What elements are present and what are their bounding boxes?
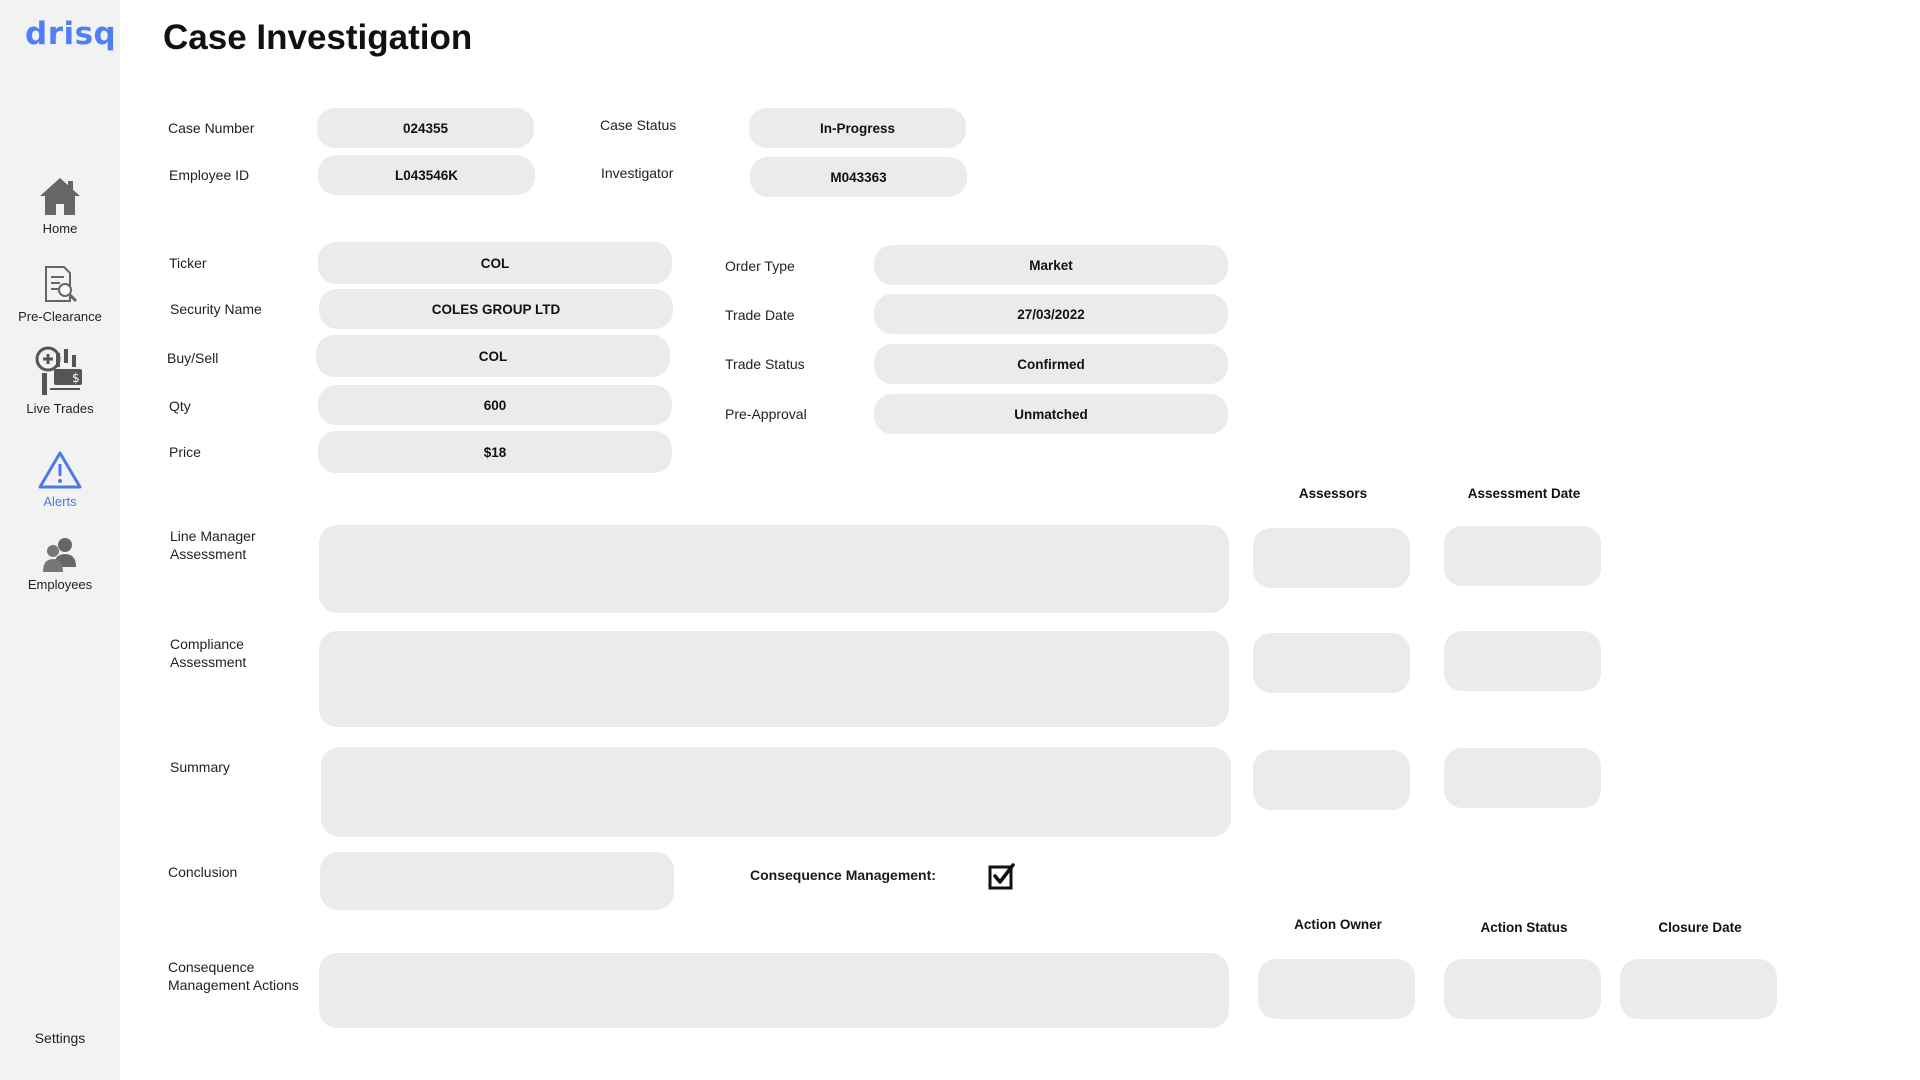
nav-label-alerts: Alerts <box>43 494 77 509</box>
ticker-label: Ticker <box>169 255 207 271</box>
app-logo: drisq <box>25 16 117 52</box>
nav-item-employees[interactable]: Employees <box>0 537 120 592</box>
consequence-management-actions-input[interactable] <box>319 953 1229 1028</box>
investigator-field[interactable]: M043363 <box>750 157 967 197</box>
case-status-label: Case Status <box>600 117 677 133</box>
home-icon <box>40 178 80 215</box>
security-name-label: Security Name <box>170 301 262 317</box>
document-search-icon <box>45 266 78 303</box>
qty-label: Qty <box>169 398 191 414</box>
page-title: Case Investigation <box>163 18 473 57</box>
consequence-management-label: Consequence Management: <box>750 867 936 883</box>
sidebar: drisq Home Pre-Clearance $ Live Trades A… <box>0 0 120 1080</box>
trading-chart-icon: $ <box>35 346 82 395</box>
case-number-label: Case Number <box>168 120 255 136</box>
order-type-label: Order Type <box>725 258 795 274</box>
summary-input[interactable] <box>321 747 1231 837</box>
nav-label-home: Home <box>42 221 78 236</box>
compliance-label-line1: Compliance <box>170 636 244 652</box>
line-manager-assessment-input[interactable] <box>319 525 1229 613</box>
assessment-date-header: Assessment Date <box>1467 486 1581 501</box>
assessors-header: Assessors <box>1298 486 1368 501</box>
nav-item-settings[interactable]: Settings <box>0 1026 120 1046</box>
action-status-header: Action Status <box>1480 920 1568 935</box>
compliance-assessment-input[interactable] <box>319 631 1229 727</box>
action-status-field[interactable] <box>1444 959 1601 1019</box>
price-field[interactable]: $18 <box>318 431 672 473</box>
case-number-field[interactable]: 024355 <box>317 108 534 148</box>
compliance-label-line2: Assessment <box>170 654 247 670</box>
price-label: Price <box>169 444 201 460</box>
conclusion-input[interactable] <box>320 852 674 910</box>
action-owner-header: Action Owner <box>1294 917 1382 932</box>
pre-approval-field[interactable]: Unmatched <box>874 394 1228 434</box>
action-owner-field[interactable] <box>1258 959 1415 1019</box>
summary-label: Summary <box>170 759 230 775</box>
buy-sell-label: Buy/Sell <box>167 350 219 366</box>
cm-actions-label-line2: Management Actions <box>168 977 299 993</box>
compliance-assessment-label: Compliance Assessment <box>170 635 246 671</box>
ticker-field[interactable]: COL <box>318 242 672 284</box>
nav-item-pre-clearance[interactable]: Pre-Clearance <box>0 265 120 324</box>
trade-date-label: Trade Date <box>725 307 795 323</box>
investigator-label: Investigator <box>601 165 674 181</box>
conclusion-label: Conclusion <box>168 864 238 880</box>
nav-label-employees: Employees <box>27 577 93 592</box>
nav-item-home[interactable]: Home <box>0 175 120 236</box>
cm-actions-label-line1: Consequence <box>168 959 255 975</box>
nav-label-live-trades: Live Trades <box>26 401 94 416</box>
line-manager-assessment-date-field[interactable] <box>1444 526 1601 586</box>
order-type-field[interactable]: Market <box>874 245 1228 285</box>
qty-field[interactable]: 600 <box>318 385 672 425</box>
warning-icon <box>38 451 82 489</box>
summary-assessor-field[interactable] <box>1253 750 1410 810</box>
consequence-management-checkbox[interactable] <box>988 862 1016 890</box>
closure-date-header: Closure Date <box>1658 920 1742 935</box>
trade-status-field[interactable]: Confirmed <box>874 344 1228 384</box>
line-manager-label-line1: Line Manager <box>170 528 256 544</box>
case-status-field[interactable]: In-Progress <box>749 108 966 148</box>
line-manager-assessor-field[interactable] <box>1253 528 1410 588</box>
nav-label-settings: Settings <box>34 1030 86 1046</box>
security-name-field[interactable]: COLES GROUP LTD <box>319 289 673 329</box>
checkbox-checked-icon <box>988 863 1015 890</box>
nav-item-alerts[interactable]: Alerts <box>0 450 120 509</box>
nav-item-live-trades[interactable]: $ Live Trades <box>0 345 120 416</box>
line-manager-label-line2: Assessment <box>170 546 247 562</box>
employee-id-field[interactable]: L043546K <box>318 155 535 195</box>
line-manager-assessment-label: Line Manager Assessment <box>170 527 256 563</box>
compliance-assessment-date-field[interactable] <box>1444 631 1601 691</box>
closure-date-field[interactable] <box>1620 959 1777 1019</box>
pre-approval-label: Pre-Approval <box>725 406 807 422</box>
trade-status-label: Trade Status <box>725 356 805 372</box>
summary-assessment-date-field[interactable] <box>1444 748 1601 808</box>
consequence-management-actions-label: Consequence Management Actions <box>168 958 299 994</box>
trade-date-field[interactable]: 27/03/2022 <box>874 294 1228 334</box>
svg-text:$: $ <box>72 371 80 385</box>
users-icon <box>43 538 76 572</box>
buy-sell-field[interactable]: COL <box>316 335 670 377</box>
compliance-assessor-field[interactable] <box>1253 633 1410 693</box>
nav-label-pre-clearance: Pre-Clearance <box>18 309 102 324</box>
employee-id-label: Employee ID <box>169 167 250 183</box>
